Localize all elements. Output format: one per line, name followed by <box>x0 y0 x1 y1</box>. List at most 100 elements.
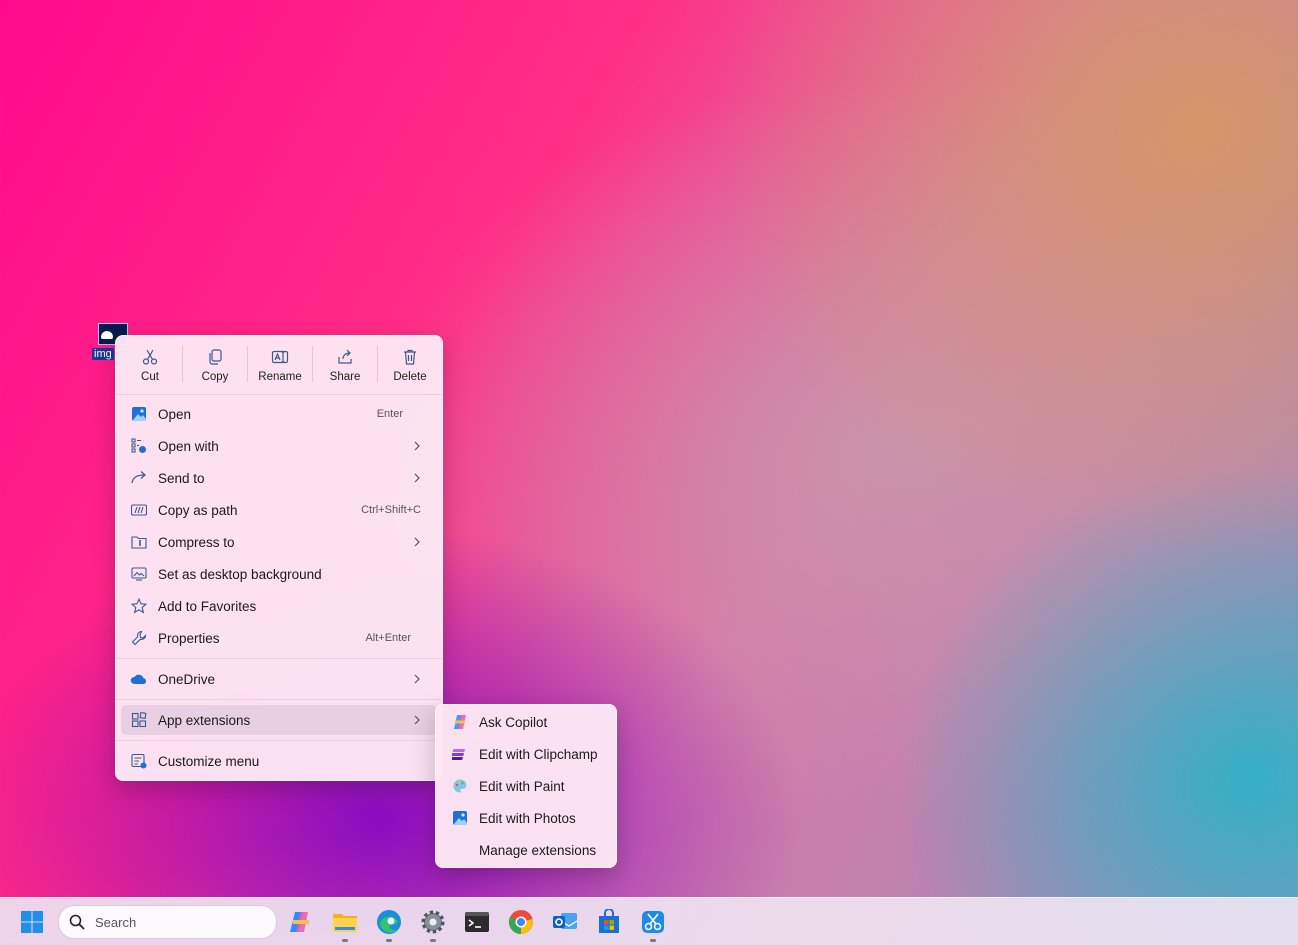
shortcut-text: Alt+Enter <box>365 632 411 644</box>
submenu-item-label: Edit with Paint <box>479 778 565 794</box>
taskbar-copilot[interactable] <box>286 907 316 937</box>
rename-icon <box>270 347 290 367</box>
search-icon <box>69 914 85 930</box>
clipchamp-icon <box>451 745 469 763</box>
submenu-item-edit-with-photos[interactable]: Edit with Photos <box>440 803 612 833</box>
app-extensions-submenu: Ask Copilot Edit with Clipchamp Edit wit… <box>435 704 617 868</box>
delete-button[interactable]: Delete <box>378 336 442 394</box>
app-grid-icon <box>130 711 148 729</box>
customize-icon <box>130 752 148 770</box>
taskbar-outlook[interactable] <box>550 907 580 937</box>
chevron-right-icon <box>414 715 420 725</box>
taskbar-file-explorer[interactable] <box>330 907 360 942</box>
delete-label: Delete <box>393 371 427 383</box>
menu-item-app-extensions[interactable]: App extensions <box>121 705 437 735</box>
cut-label: Cut <box>141 371 159 383</box>
menu-divider <box>116 699 442 700</box>
menu-item-onedrive[interactable]: OneDrive <box>121 664 437 694</box>
rename-label: Rename <box>258 371 302 383</box>
menu-item-add-to-favorites[interactable]: Add to Favorites <box>121 591 437 621</box>
star-icon <box>130 597 148 615</box>
send-arrow-icon <box>130 469 148 487</box>
submenu-item-label: Edit with Photos <box>479 810 576 826</box>
menu-item-set-desktop-background[interactable]: Set as desktop background <box>121 559 437 589</box>
menu-item-label: Set as desktop background <box>158 566 322 582</box>
photos-icon <box>451 809 469 827</box>
taskbar-edge[interactable] <box>374 907 404 942</box>
copy-button[interactable]: Copy <box>183 336 247 394</box>
trash-icon <box>400 347 420 367</box>
taskbar-terminal[interactable] <box>462 907 492 937</box>
open-with-icon <box>130 437 148 455</box>
taskbar-settings[interactable] <box>418 907 448 942</box>
shortcut-text: Ctrl+Shift+C <box>361 504 421 516</box>
cut-button[interactable]: Cut <box>118 336 182 394</box>
photos-icon <box>130 405 148 423</box>
running-indicator <box>650 939 656 942</box>
store-icon <box>599 909 619 933</box>
menu-item-compress-to[interactable]: Compress to <box>121 527 437 557</box>
edge-icon <box>377 910 401 934</box>
taskbar-snipping-tool[interactable] <box>638 907 668 942</box>
menu-item-label: Open <box>158 406 192 422</box>
search-box[interactable]: Search <box>58 905 277 939</box>
menu-item-open-with[interactable]: Open with <box>121 431 437 461</box>
chevron-right-icon <box>414 473 420 483</box>
running-indicator <box>430 939 436 942</box>
submenu-item-manage-extensions[interactable]: Manage extensions <box>440 835 612 865</box>
submenu-item-edit-with-paint[interactable]: Edit with Paint <box>440 771 612 801</box>
menu-item-properties[interactable]: Properties Alt+Enter <box>121 623 437 653</box>
copilot-icon <box>290 912 309 932</box>
rename-button[interactable]: Rename <box>248 336 312 394</box>
menu-item-label: Customize menu <box>158 753 260 769</box>
start-windows-icon <box>21 911 43 933</box>
context-menu: Cut Copy Rename Share Delete Open Enter … <box>115 335 443 781</box>
chevron-right-icon <box>414 441 420 451</box>
path-icon <box>130 501 148 519</box>
search-placeholder: Search <box>95 915 137 930</box>
menu-item-customize-menu[interactable]: Customize menu <box>121 746 437 776</box>
shortcut-text: Enter <box>376 408 403 420</box>
outlook-icon <box>553 913 578 929</box>
menu-item-label: Send to <box>158 470 205 486</box>
file-explorer-icon <box>333 914 357 932</box>
taskbar-chrome[interactable] <box>506 907 536 937</box>
submenu-item-label: Manage extensions <box>479 842 597 858</box>
chevron-right-icon <box>414 674 420 684</box>
wrench-icon <box>130 629 148 647</box>
menu-item-send-to[interactable]: Send to <box>121 463 437 493</box>
submenu-item-label: Edit with Clipchamp <box>479 746 598 762</box>
taskbar: Search <box>0 897 1298 945</box>
wallpaper-icon <box>130 565 148 583</box>
submenu-item-label: Ask Copilot <box>479 714 548 730</box>
menu-item-label: Copy as path <box>158 502 238 518</box>
menu-item-open[interactable]: Open Enter <box>121 399 437 429</box>
copilot-icon <box>451 713 469 731</box>
menu-item-label: App extensions <box>158 712 251 728</box>
share-icon <box>335 347 355 367</box>
share-button[interactable]: Share <box>313 336 377 394</box>
paint-palette-icon <box>451 777 469 795</box>
snipping-tool-icon <box>642 911 664 933</box>
onedrive-cloud-icon <box>130 670 148 688</box>
menu-item-label: OneDrive <box>158 671 216 687</box>
context-toolbar: Cut Copy Rename Share Delete <box>116 336 444 394</box>
running-indicator <box>342 939 348 942</box>
menu-item-label: Open with <box>158 438 219 454</box>
copy-label: Copy <box>201 371 229 383</box>
menu-item-label: Properties <box>158 630 220 646</box>
copy-icon <box>205 347 225 367</box>
menu-divider <box>116 394 442 395</box>
chrome-icon <box>508 910 533 935</box>
menu-item-copy-as-path[interactable]: Copy as path Ctrl+Shift+C <box>121 495 437 525</box>
start-button[interactable] <box>17 907 47 937</box>
taskbar-store[interactable] <box>594 907 624 937</box>
scissors-icon <box>140 347 160 367</box>
menu-divider <box>116 740 442 741</box>
submenu-item-ask-copilot[interactable]: Ask Copilot <box>440 707 612 737</box>
submenu-item-edit-with-clipchamp[interactable]: Edit with Clipchamp <box>440 739 612 769</box>
menu-item-label: Add to Favorites <box>158 598 257 614</box>
menu-item-label: Compress to <box>158 534 235 550</box>
chevron-right-icon <box>414 537 420 547</box>
terminal-icon <box>465 912 489 932</box>
